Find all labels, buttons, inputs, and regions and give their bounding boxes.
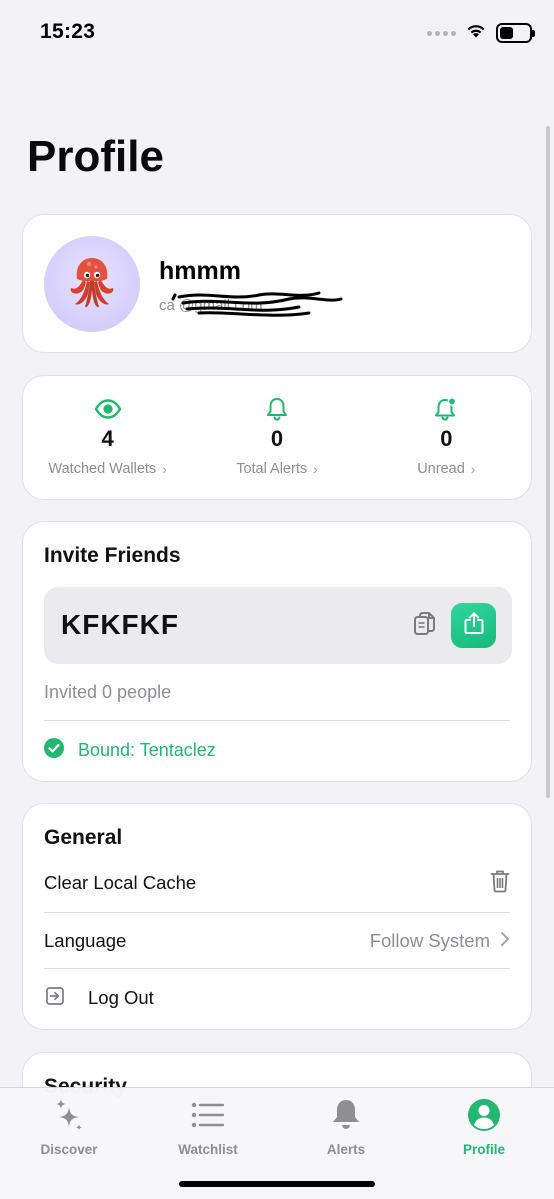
username: hmmm: [159, 257, 241, 285]
eye-icon: [94, 396, 122, 422]
copy-button[interactable]: [411, 611, 439, 642]
invited-count: Invited 0 people: [44, 682, 172, 702]
stat-unread[interactable]: 0 Unread ›: [362, 376, 531, 499]
battery-icon: [496, 23, 535, 43]
tab-label: Profile: [462, 1142, 505, 1157]
general-section-title: General: [44, 826, 123, 849]
chevron-right-icon: [500, 931, 510, 952]
logout-row[interactable]: Log Out: [44, 978, 510, 1018]
stat-label: Total Alerts ›: [236, 461, 318, 477]
stat-value: 0: [440, 426, 453, 451]
tab-label: Alerts: [326, 1142, 366, 1157]
status-bar: 15:23: [0, 0, 554, 66]
invite-section-title: Invite Friends: [44, 544, 181, 567]
trash-icon[interactable]: [490, 869, 510, 898]
language-row[interactable]: Language Follow System: [44, 921, 510, 961]
divider: [44, 720, 510, 721]
bound-text: Bound: Tentaclez: [78, 740, 216, 760]
tab-profile[interactable]: Profile: [424, 1096, 544, 1157]
profile-card[interactable]: hmmm ca @gmail.com: [22, 214, 532, 353]
chevron-right-icon: ›: [313, 461, 318, 477]
logout-icon: [44, 985, 66, 1012]
stat-value: 0: [270, 426, 284, 451]
tab-alerts[interactable]: Alerts: [286, 1096, 406, 1157]
tab-watchlist[interactable]: Watchlist: [148, 1096, 268, 1157]
status-icons: [427, 22, 535, 44]
stats-card: 4 Watched Wallets › 0 Total Alerts › 0 Unr…: [22, 375, 532, 500]
bell-icon: [266, 396, 288, 422]
stat-watched-wallets[interactable]: 4 Watched Wallets ›: [23, 376, 192, 499]
avatar[interactable]: [44, 236, 140, 332]
check-circle-icon: [44, 738, 64, 763]
divider: [44, 912, 510, 913]
page-title: Profile: [27, 132, 164, 181]
tab-discover[interactable]: Discover: [9, 1096, 129, 1157]
tab-label: Discover: [40, 1142, 98, 1157]
bell-badge-icon: [434, 396, 458, 422]
clear-cache-row[interactable]: Clear Local Cache: [44, 863, 510, 903]
stat-label: Unread ›: [417, 461, 476, 477]
chevron-right-icon: ›: [470, 461, 476, 477]
share-button[interactable]: [451, 603, 496, 648]
signal-dots-icon: [427, 30, 456, 36]
language-value: Follow System: [369, 930, 490, 951]
bound-status: Bound: Tentaclez: [44, 738, 216, 763]
clear-cache-label: Clear Local Cache: [44, 872, 197, 893]
stat-total-alerts[interactable]: 0 Total Alerts ›: [192, 376, 361, 499]
squid-icon: [65, 254, 119, 315]
invite-code: KFKFKF: [61, 609, 179, 640]
logout-label: Log Out: [88, 987, 154, 1008]
wifi-icon: [465, 22, 487, 44]
language-value-group: Follow System: [370, 930, 510, 952]
share-icon: [463, 611, 485, 640]
invite-code-box: KFKFKF: [44, 587, 512, 664]
sparkles-icon: [53, 1096, 85, 1134]
divider: [44, 968, 510, 969]
bell-icon: [331, 1096, 361, 1134]
copy-icon: [413, 611, 437, 642]
status-time: 15:23: [40, 20, 96, 43]
tab-label: Watchlist: [178, 1142, 238, 1157]
chevron-right-icon: ›: [162, 461, 167, 477]
list-icon: [191, 1096, 225, 1134]
home-indicator: [179, 1181, 375, 1187]
redaction-scribble: [171, 291, 343, 317]
language-label: Language: [44, 930, 127, 951]
scrollbar[interactable]: [546, 126, 550, 798]
person-circle-icon: [467, 1096, 501, 1134]
stat-value: 4: [101, 426, 114, 451]
invite-friends-card: Invite Friends KFKFKF Invited 0 people B…: [22, 521, 532, 782]
general-card: General Clear Local Cache Language Follo…: [22, 803, 532, 1030]
stat-label: Watched Wallets ›: [48, 461, 167, 477]
